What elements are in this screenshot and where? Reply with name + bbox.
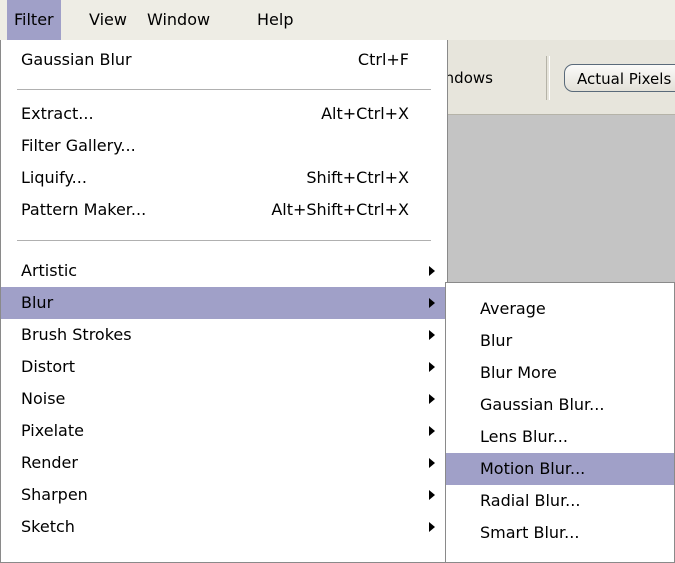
- fit-windows-label[interactable]: Windows: [440, 58, 540, 98]
- blur-submenu: Average Blur Blur More Gaussian Blur... …: [445, 282, 675, 563]
- submenu-arrow-icon: [429, 394, 435, 404]
- menu-item-label: Brush Strokes: [21, 325, 132, 344]
- menu-item-label: Blur More: [480, 363, 557, 382]
- menu-item-label: Average: [480, 299, 546, 318]
- menu-item-label: Gaussian Blur: [21, 50, 132, 69]
- menu-view[interactable]: View: [82, 0, 134, 40]
- menu-item-distort[interactable]: Distort: [1, 351, 447, 383]
- submenu-item-lens-blur[interactable]: Lens Blur...: [446, 421, 674, 453]
- menu-item-shortcut: Alt+Ctrl+X: [321, 104, 409, 123]
- menu-item-label: Pattern Maker...: [21, 200, 147, 219]
- menu-item-extract[interactable]: Extract... Alt+Ctrl+X: [1, 98, 447, 130]
- submenu-arrow-icon: [429, 330, 435, 340]
- submenu-item-blur[interactable]: Blur: [446, 325, 674, 357]
- submenu-item-gaussian-blur[interactable]: Gaussian Blur...: [446, 389, 674, 421]
- submenu-item-smart-blur[interactable]: Smart Blur...: [446, 517, 674, 549]
- menu-item-label: Distort: [21, 357, 76, 376]
- submenu-arrow-icon: [429, 298, 435, 308]
- submenu-arrow-icon: [429, 522, 435, 532]
- menu-item-shortcut: Alt+Shift+Ctrl+X: [271, 200, 409, 219]
- menu-item-brush-strokes[interactable]: Brush Strokes: [1, 319, 447, 351]
- menu-item-last-filter[interactable]: Gaussian Blur Ctrl+F: [1, 44, 447, 76]
- submenu-arrow-icon: [429, 266, 435, 276]
- menu-item-pixelate[interactable]: Pixelate: [1, 415, 447, 447]
- menu-item-liquify[interactable]: Liquify... Shift+Ctrl+X: [1, 162, 447, 194]
- menu-item-label: Pixelate: [21, 421, 84, 440]
- menu-filter[interactable]: Filter: [7, 0, 61, 40]
- menu-item-label: Render: [21, 453, 78, 472]
- menu-item-label: Blur: [480, 331, 513, 350]
- menu-item-filter-gallery[interactable]: Filter Gallery...: [1, 130, 447, 162]
- menu-item-sketch[interactable]: Sketch: [1, 511, 447, 543]
- toolbar-separator: [546, 56, 550, 100]
- menu-item-label: Radial Blur...: [480, 491, 581, 510]
- submenu-arrow-icon: [429, 362, 435, 372]
- menu-item-label: Motion Blur...: [480, 459, 586, 478]
- menu-bar: Filter View Window Help: [0, 0, 675, 40]
- menu-separator: [17, 89, 431, 90]
- menu-item-label: Gaussian Blur...: [480, 395, 605, 414]
- submenu-item-average[interactable]: Average: [446, 293, 674, 325]
- menu-item-label: Sketch: [21, 517, 75, 536]
- menu-item-artistic[interactable]: Artistic: [1, 255, 447, 287]
- menu-item-label: Extract...: [21, 104, 94, 123]
- menu-item-shortcut: Shift+Ctrl+X: [306, 168, 409, 187]
- menu-window[interactable]: Window: [140, 0, 217, 40]
- menu-help[interactable]: Help: [250, 0, 300, 40]
- menu-separator: [17, 240, 431, 241]
- menu-item-sharpen[interactable]: Sharpen: [1, 479, 447, 511]
- menu-item-label: Filter Gallery...: [21, 136, 136, 155]
- menu-item-label: Sharpen: [21, 485, 88, 504]
- filter-menu: Gaussian Blur Ctrl+F Extract... Alt+Ctrl…: [0, 40, 448, 563]
- menu-item-label: Liquify...: [21, 168, 87, 187]
- submenu-arrow-icon: [429, 490, 435, 500]
- submenu-item-motion-blur[interactable]: Motion Blur...: [446, 453, 674, 485]
- actual-pixels-button[interactable]: Actual Pixels: [564, 64, 675, 92]
- menu-item-label: Noise: [21, 389, 66, 408]
- menu-item-blur[interactable]: Blur: [1, 287, 447, 319]
- menu-item-pattern-maker[interactable]: Pattern Maker... Alt+Shift+Ctrl+X: [1, 194, 447, 226]
- menu-item-label: Smart Blur...: [480, 523, 580, 542]
- submenu-item-radial-blur[interactable]: Radial Blur...: [446, 485, 674, 517]
- menu-item-label: Lens Blur...: [480, 427, 568, 446]
- menu-item-label: Artistic: [21, 261, 78, 280]
- menu-item-label: Blur: [21, 293, 54, 312]
- menu-item-noise[interactable]: Noise: [1, 383, 447, 415]
- submenu-arrow-icon: [429, 458, 435, 468]
- menu-item-shortcut: Ctrl+F: [357, 50, 409, 69]
- submenu-item-blur-more[interactable]: Blur More: [446, 357, 674, 389]
- submenu-arrow-icon: [429, 426, 435, 436]
- menu-item-render[interactable]: Render: [1, 447, 447, 479]
